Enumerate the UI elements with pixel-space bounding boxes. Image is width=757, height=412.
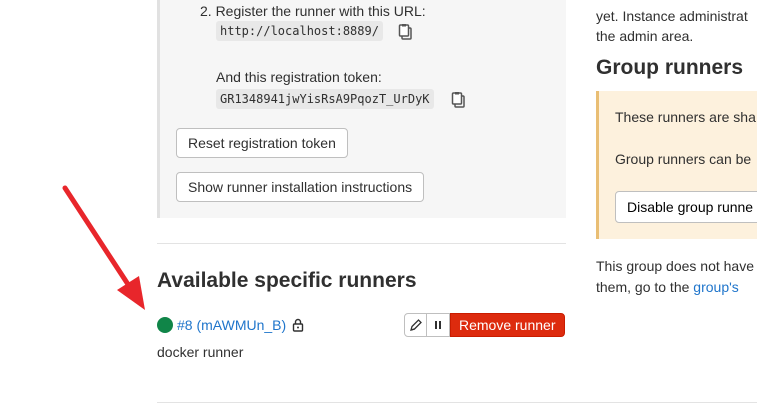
runner-link[interactable]: #8 (mAWMUn_B) (177, 317, 286, 333)
alert-text-line2: Group runners can be (615, 151, 752, 167)
no-group-runners-text: This group does not have (596, 258, 754, 274)
instance-runners-text-line2: the admin area. (596, 28, 694, 44)
token-label: And this registration token: (216, 69, 382, 85)
copy-url-icon[interactable] (398, 23, 414, 41)
group-runners-title: Group runners (596, 56, 744, 79)
online-status-icon (157, 317, 173, 333)
registration-url: http://localhost:8889/ (216, 21, 383, 41)
disable-group-runners-button[interactable]: Disable group runne (615, 191, 757, 223)
pause-icon[interactable] (427, 313, 450, 337)
group-runners-alert: These runners are sha Group runners can … (596, 91, 757, 239)
edit-icon[interactable] (404, 313, 427, 337)
group-settings-prefix: them, go to the (596, 279, 694, 295)
reset-token-button[interactable]: Reset registration token (176, 128, 348, 158)
instance-runners-text-line1: yet. Instance administrat (596, 8, 748, 24)
group-settings-text: them, go to the group's (596, 279, 739, 295)
group-settings-link[interactable]: group's (693, 279, 738, 295)
remove-runner-button[interactable]: Remove runner (450, 313, 565, 337)
copy-token-icon[interactable] (451, 91, 467, 109)
lock-icon (291, 318, 305, 332)
register-step-text: 2. Register the runner with this URL: (200, 3, 426, 19)
alert-text-line1: These runners are sha (615, 109, 756, 125)
registration-token: GR1348941jwYisRsA9PqozT_UrDyK (216, 89, 434, 109)
annotation-arrow-icon (62, 185, 145, 310)
runner-actions: Remove runner (404, 313, 565, 337)
bottom-divider (157, 402, 757, 403)
section-divider (157, 243, 566, 244)
runner-item: #8 (mAWMUn_B) (157, 315, 305, 335)
specific-runners-title: Available specific runners (157, 269, 417, 292)
show-instructions-button[interactable]: Show runner installation instructions (176, 172, 425, 202)
runner-description: docker runner (157, 344, 244, 360)
